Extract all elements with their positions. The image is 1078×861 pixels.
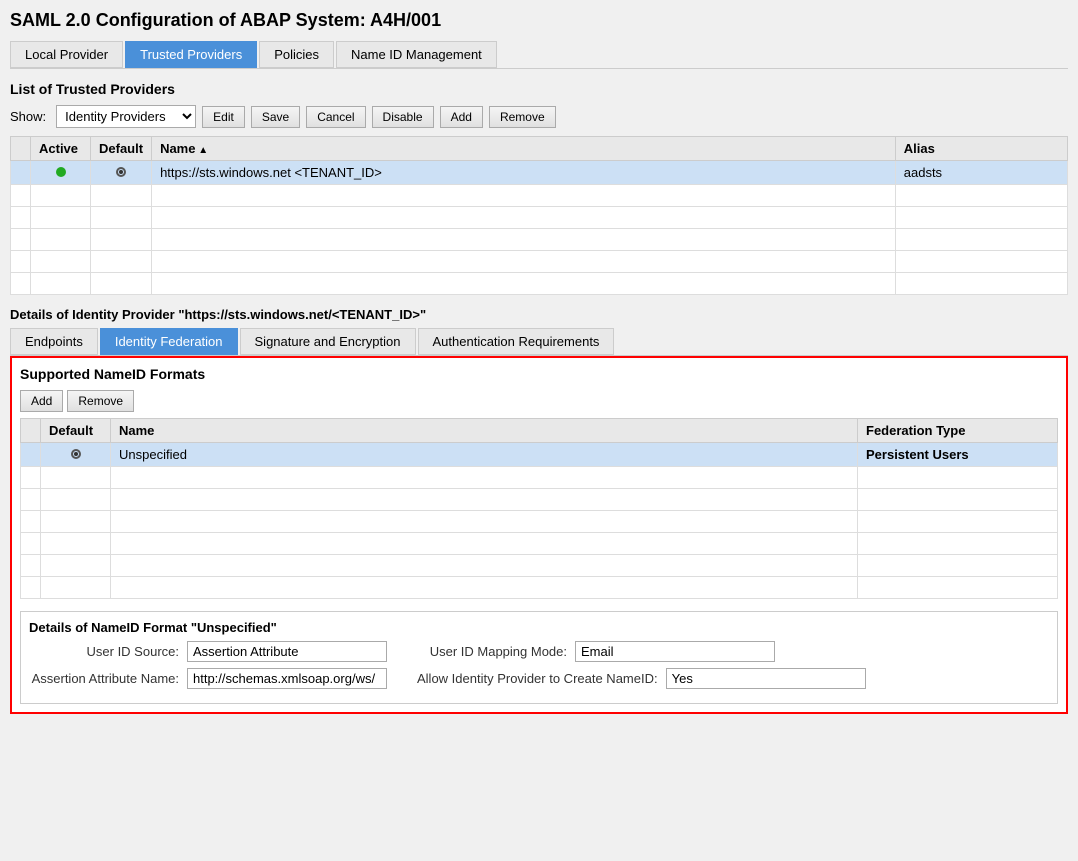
cell-name: Unspecified [111, 443, 858, 467]
page-container: SAML 2.0 Configuration of ABAP System: A… [10, 10, 1068, 714]
table-row [21, 577, 1058, 599]
show-dropdown[interactable]: Identity Providers [56, 105, 196, 128]
user-id-source-input[interactable] [187, 641, 387, 662]
user-id-source-value [187, 641, 387, 662]
main-tab-bar: Local Provider Trusted Providers Policie… [10, 41, 1068, 69]
assertion-attr-name-row: Assertion Attribute Name: [29, 668, 387, 689]
nameid-format-details: Details of NameID Format "Unspecified" U… [20, 611, 1058, 704]
user-id-source-row: User ID Source: [29, 641, 387, 662]
nameid-toolbar: Add Remove [20, 390, 1058, 412]
allow-idp-row: Allow Identity Provider to Create NameID… [417, 668, 866, 689]
table-row [21, 511, 1058, 533]
provider-details-area: Details of Identity Provider "https://st… [10, 307, 1068, 714]
cell-federation-type: Persistent Users [858, 443, 1058, 467]
col-selector [21, 419, 41, 443]
assertion-attr-name-label: Assertion Attribute Name: [29, 671, 179, 686]
user-id-mapping-label: User ID Mapping Mode: [417, 644, 567, 659]
row-indicator [11, 161, 31, 185]
assertion-attr-name-value [187, 668, 387, 689]
disable-button[interactable]: Disable [372, 106, 434, 128]
trusted-providers-toolbar: Show: Identity Providers Edit Save Cance… [10, 105, 1068, 128]
add-provider-button[interactable]: Add [440, 106, 483, 128]
nameid-left-col: User ID Source: Assertion Attribute Name… [29, 641, 387, 695]
col-active: Active [31, 137, 91, 161]
page-title: SAML 2.0 Configuration of ABAP System: A… [10, 10, 1068, 31]
save-button[interactable]: Save [251, 106, 300, 128]
table-row [21, 489, 1058, 511]
nameid-detail-rows: User ID Source: Assertion Attribute Name… [29, 641, 1049, 695]
table-row [11, 251, 1068, 273]
col-name: Name [111, 419, 858, 443]
show-label: Show: [10, 109, 46, 124]
nameid-format-title: Details of NameID Format "Unspecified" [29, 620, 1049, 635]
table-row [11, 229, 1068, 251]
table-row [11, 273, 1068, 295]
nameid-formats-table: Default Name Federation Type Unspecified [20, 418, 1058, 599]
table-row [21, 555, 1058, 577]
identity-federation-content: Supported NameID Formats Add Remove Defa… [10, 356, 1068, 714]
user-id-mapping-input[interactable] [575, 641, 775, 662]
add-nameid-button[interactable]: Add [20, 390, 63, 412]
provider-details-header: Details of Identity Provider "https://st… [10, 307, 1068, 322]
table-row [11, 185, 1068, 207]
user-id-source-label: User ID Source: [29, 644, 179, 659]
col-default: Default [91, 137, 152, 161]
table-row[interactable]: Unspecified Persistent Users [21, 443, 1058, 467]
nameid-right-col: User ID Mapping Mode: Allow Identity Pro… [417, 641, 866, 695]
table-row[interactable]: https://sts.windows.net <TENANT_ID> aads… [11, 161, 1068, 185]
row-indicator [21, 443, 41, 467]
tab-policies[interactable]: Policies [259, 41, 334, 68]
provider-detail-tab-bar: Endpoints Identity Federation Signature … [10, 328, 1068, 356]
cell-active [31, 161, 91, 185]
user-id-mapping-row: User ID Mapping Mode: [417, 641, 866, 662]
edit-button[interactable]: Edit [202, 106, 245, 128]
table-row [11, 207, 1068, 229]
col-default: Default [41, 419, 111, 443]
tab-name-id-management[interactable]: Name ID Management [336, 41, 497, 68]
col-name: Name [152, 137, 896, 161]
assertion-attr-name-input[interactable] [187, 668, 387, 689]
default-radio [116, 167, 126, 177]
tab-local-provider[interactable]: Local Provider [10, 41, 123, 68]
cancel-button[interactable]: Cancel [306, 106, 365, 128]
tab-endpoints[interactable]: Endpoints [10, 328, 98, 355]
table-row [21, 467, 1058, 489]
cell-default [91, 161, 152, 185]
remove-nameid-button[interactable]: Remove [67, 390, 134, 412]
nameid-section-title: Supported NameID Formats [20, 366, 1058, 382]
trusted-providers-title: List of Trusted Providers [10, 81, 1068, 97]
col-federation-type: Federation Type [858, 419, 1058, 443]
default-radio [71, 449, 81, 459]
trusted-providers-table: Active Default Name Alias https://sts.wi… [10, 136, 1068, 295]
tab-auth-requirements[interactable]: Authentication Requirements [418, 328, 615, 355]
cell-alias: aadsts [895, 161, 1067, 185]
cell-default [41, 443, 111, 467]
allow-idp-label: Allow Identity Provider to Create NameID… [417, 671, 658, 686]
tab-identity-federation[interactable]: Identity Federation [100, 328, 238, 355]
tab-trusted-providers[interactable]: Trusted Providers [125, 41, 257, 68]
active-indicator [56, 167, 66, 177]
nameid-table-wrap: Default Name Federation Type Unspecified [20, 418, 1058, 599]
remove-provider-button[interactable]: Remove [489, 106, 556, 128]
allow-idp-input[interactable] [666, 668, 866, 689]
allow-idp-value [666, 668, 866, 689]
tab-signature-encryption[interactable]: Signature and Encryption [240, 328, 416, 355]
trusted-providers-section: List of Trusted Providers Show: Identity… [10, 81, 1068, 295]
col-alias: Alias [895, 137, 1067, 161]
col-selector [11, 137, 31, 161]
user-id-mapping-value [575, 641, 775, 662]
cell-name: https://sts.windows.net <TENANT_ID> [152, 161, 896, 185]
table-row [21, 533, 1058, 555]
